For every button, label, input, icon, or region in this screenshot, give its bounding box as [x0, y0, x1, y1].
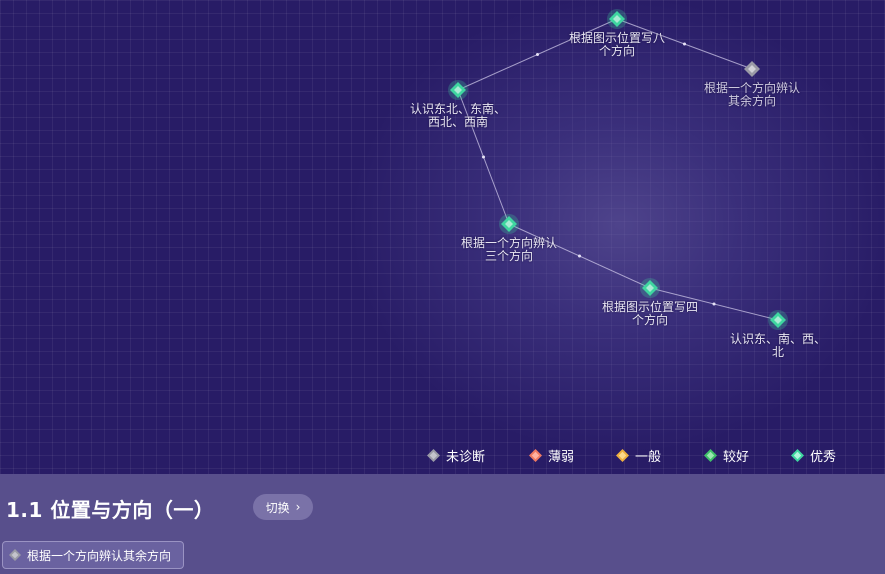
chevron-right-icon: ›	[295, 500, 301, 514]
node-label[interactable]: 根据一个方向辨认 三个方向	[461, 237, 557, 263]
graph-node-excellent[interactable]	[448, 80, 468, 100]
diamond-icon	[9, 549, 21, 561]
legend-item-average: 一般	[616, 446, 661, 465]
legend-label: 未诊断	[446, 450, 486, 465]
node-label-line: 其余方向	[727, 94, 777, 108]
legend-item-good: 较好	[704, 446, 749, 465]
legend-item-undiagnosed: 未诊断	[427, 446, 485, 465]
diamond-icon	[427, 449, 440, 462]
graph-node-excellent[interactable]	[640, 278, 660, 298]
node-label[interactable]: 根据一个方向辨认 其余方向	[704, 82, 800, 108]
legend-label: 较好	[723, 450, 750, 465]
edge-midpoint-dot	[578, 254, 581, 258]
edge-midpoint-dot	[683, 42, 686, 46]
switch-unit-button[interactable]: 切换 ›	[253, 494, 313, 520]
current-knowledge-point-tag[interactable]: 根据一个方向辨认其余方向	[2, 541, 185, 569]
knowledge-graph	[448, 9, 788, 330]
edge-midpoint-dot	[712, 302, 716, 306]
legend-label: 一般	[635, 450, 662, 465]
unit-title: 1.1 位置与方向（一）	[6, 498, 215, 522]
node-label-line: 个方向	[631, 313, 669, 327]
current-point-label: 根据一个方向辨认其余方向	[27, 548, 172, 563]
legend-item-weak: 薄弱	[529, 446, 574, 465]
node-label[interactable]: 根据图示位置写八 个方向	[569, 32, 665, 58]
graph-node-undiagnosed[interactable]	[744, 61, 760, 77]
diamond-icon	[616, 449, 629, 462]
node-label-line: 西北、西南	[427, 115, 489, 129]
legend-item-excellent: 优秀	[791, 446, 836, 465]
switch-button-label: 切换	[265, 500, 290, 515]
diamond-icon	[791, 449, 804, 462]
graph-node-excellent[interactable]	[499, 214, 519, 234]
graph-node-excellent[interactable]	[768, 310, 788, 330]
graph-node-excellent[interactable]	[607, 9, 627, 29]
node-label[interactable]: 认识东北、东南、 西北、西南	[410, 103, 506, 129]
node-label-line: 个方向	[598, 44, 636, 58]
diamond-icon	[529, 449, 542, 462]
edge-midpoint-dot	[482, 155, 485, 159]
diamond-icon	[704, 449, 717, 462]
node-label[interactable]: 认识东、南、西、北	[730, 333, 826, 359]
mastery-legend: 未诊断 薄弱 一般 较好 优秀	[0, 446, 885, 466]
edge-midpoint-dot	[536, 53, 539, 56]
legend-label: 优秀	[810, 450, 837, 465]
legend-label: 薄弱	[548, 450, 575, 465]
node-label-line: 三个方向	[484, 249, 534, 263]
knowledge-map-screen: 根据图示位置写八 个方向 根据一个方向辨认 其余方向 认识东北、东南、 西北、西南 根据一个…	[0, 0, 885, 574]
node-label-line: 北	[771, 345, 785, 359]
node-label[interactable]: 根据图示位置写四 个方向	[602, 301, 698, 327]
